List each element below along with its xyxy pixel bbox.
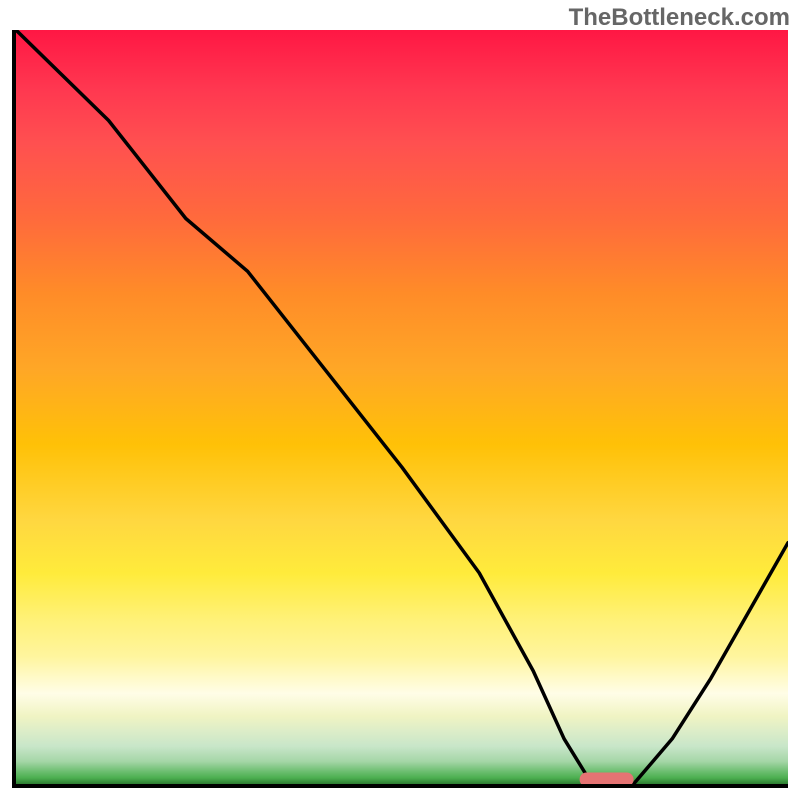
watermark-text: TheBottleneck.com <box>569 4 790 32</box>
plot-area <box>12 30 788 788</box>
chart-container <box>12 30 788 788</box>
heat-gradient-background <box>16 30 788 784</box>
